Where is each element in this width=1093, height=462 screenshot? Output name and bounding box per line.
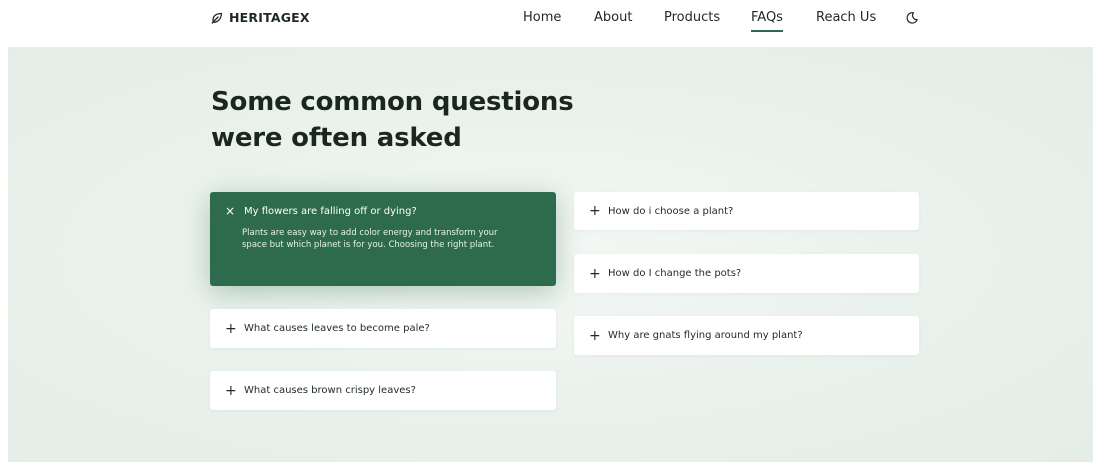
faq-item[interactable]: + What causes leaves to become pale? <box>210 309 556 348</box>
faq-question: How do I change the pots? <box>608 268 742 279</box>
nav-link-about[interactable]: About <box>594 10 632 25</box>
faq-question: My flowers are falling off or dying? <box>244 205 417 217</box>
brand-logo[interactable]: HERITAGEX <box>211 10 310 25</box>
faq-question: How do i choose a plant? <box>608 205 734 217</box>
plus-icon[interactable]: + <box>589 204 601 218</box>
faq-item[interactable]: + How do I change the pots? <box>574 254 919 293</box>
moon-icon[interactable] <box>905 10 921 26</box>
faq-question-row[interactable]: × My flowers are falling off or dying? <box>210 192 556 217</box>
faq-item[interactable]: + What causes brown crispy leaves? <box>210 371 556 410</box>
plus-icon[interactable]: + <box>589 329 601 343</box>
top-navigation: HERITAGEX Home About Products FAQs Reach… <box>0 0 1093 40</box>
faq-item[interactable]: + Why are gnats flying around my plant? <box>574 316 919 355</box>
faq-question: What causes brown crispy leaves? <box>244 385 416 396</box>
close-icon[interactable]: × <box>225 205 235 217</box>
nav-link-home[interactable]: Home <box>523 10 561 25</box>
brand-name: HERITAGEX <box>229 10 310 25</box>
plus-icon[interactable]: + <box>589 267 601 281</box>
plus-icon[interactable]: + <box>225 322 237 336</box>
faq-answer: Plants are easy way to add color energy … <box>242 228 498 250</box>
nav-link-faqs[interactable]: FAQs <box>751 10 783 32</box>
faq-item-open[interactable]: × My flowers are falling off or dying? P… <box>210 192 556 286</box>
leaf-icon <box>211 12 223 24</box>
faq-section: Some common questions were often asked ×… <box>8 47 1093 462</box>
faq-item[interactable]: + How do i choose a plant? <box>574 192 919 230</box>
faq-heading: Some common questions were often asked <box>211 87 574 153</box>
nav-link-reach-us[interactable]: Reach Us <box>816 10 876 25</box>
faq-question: Why are gnats flying around my plant? <box>608 330 803 341</box>
faq-question: What causes leaves to become pale? <box>244 323 430 334</box>
plus-icon[interactable]: + <box>225 384 237 398</box>
nav-link-products[interactable]: Products <box>664 10 720 25</box>
